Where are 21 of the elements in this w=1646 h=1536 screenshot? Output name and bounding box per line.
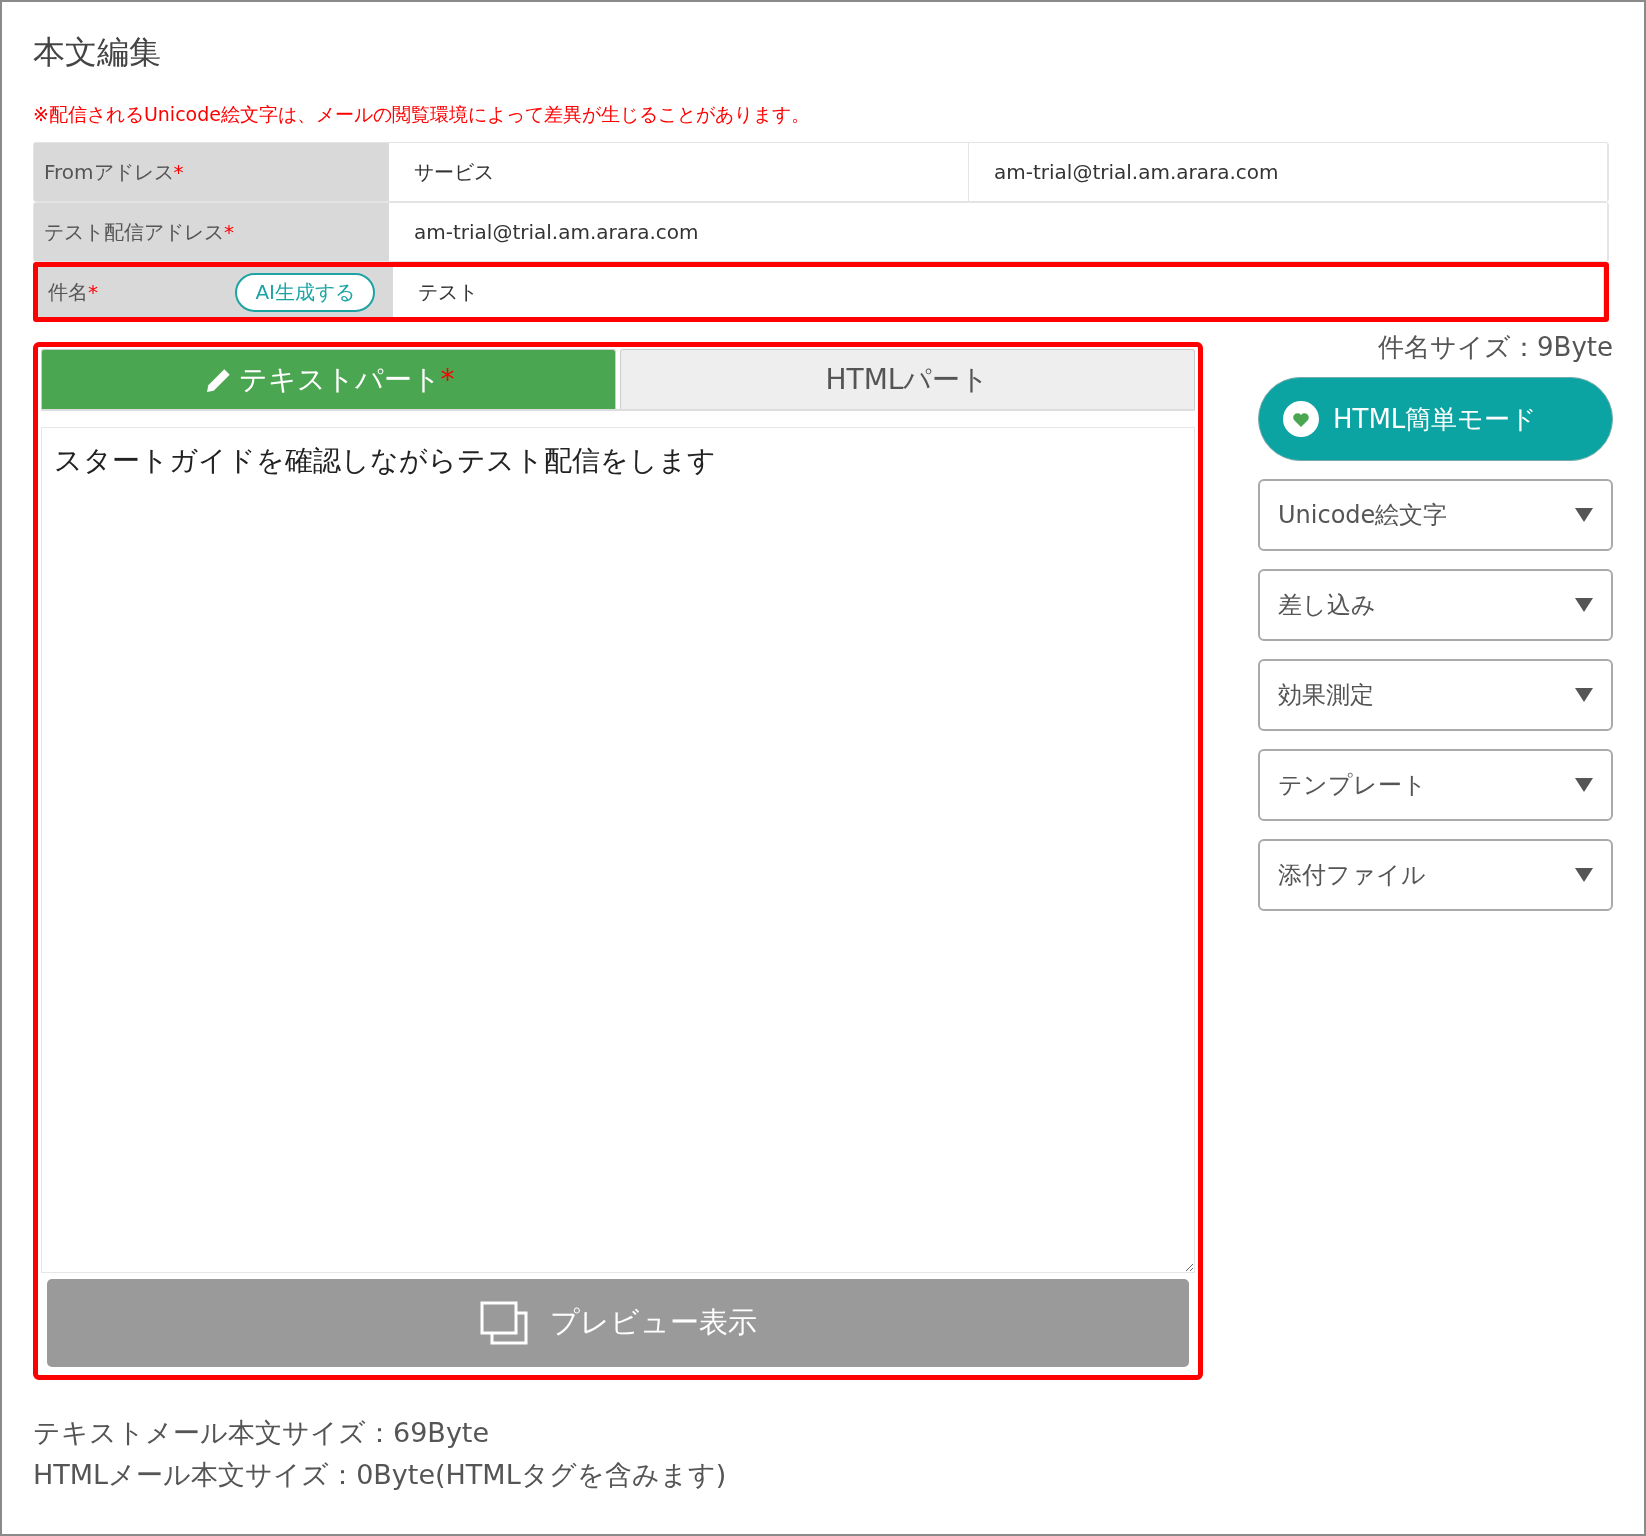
caret-icon: [1575, 868, 1593, 882]
html-size-text: HTMLメール本文サイズ：0Byte(HTMLタグを含みます): [33, 1458, 728, 1492]
dropdown[interactable]: 添付ファイル: [1258, 839, 1613, 911]
dropdown[interactable]: Unicode絵文字: [1258, 479, 1613, 551]
caret-icon: [1575, 508, 1593, 522]
field-label: 件名*: [48, 278, 98, 306]
section-title: 本文編集: [33, 32, 162, 73]
editor-tab[interactable]: HTMLパート: [620, 349, 1195, 409]
subject-size-text: 件名サイズ：9Byte: [1377, 331, 1613, 364]
caret-icon: [1575, 598, 1593, 612]
dropdown[interactable]: テンプレート: [1258, 749, 1613, 821]
windows-icon: [479, 1301, 528, 1345]
dropdown[interactable]: 差し込み: [1258, 569, 1613, 641]
caret-icon: [1575, 688, 1593, 702]
field-label: テスト配信アドレス*: [44, 218, 234, 246]
caret-icon: [1575, 778, 1593, 792]
field-label: Fromアドレス*: [44, 158, 184, 186]
dropdown[interactable]: 効果測定: [1258, 659, 1613, 731]
text-size-text: テキストメール本文サイズ：69Byte: [33, 1416, 491, 1450]
notice-text: ※配信されるUnicode絵文字は、メールの閲覧環境によって差異が生じることがあります。: [33, 102, 811, 127]
body-textarea[interactable]: スタートガイドを確認しながらテスト配信をします: [41, 427, 1195, 1273]
